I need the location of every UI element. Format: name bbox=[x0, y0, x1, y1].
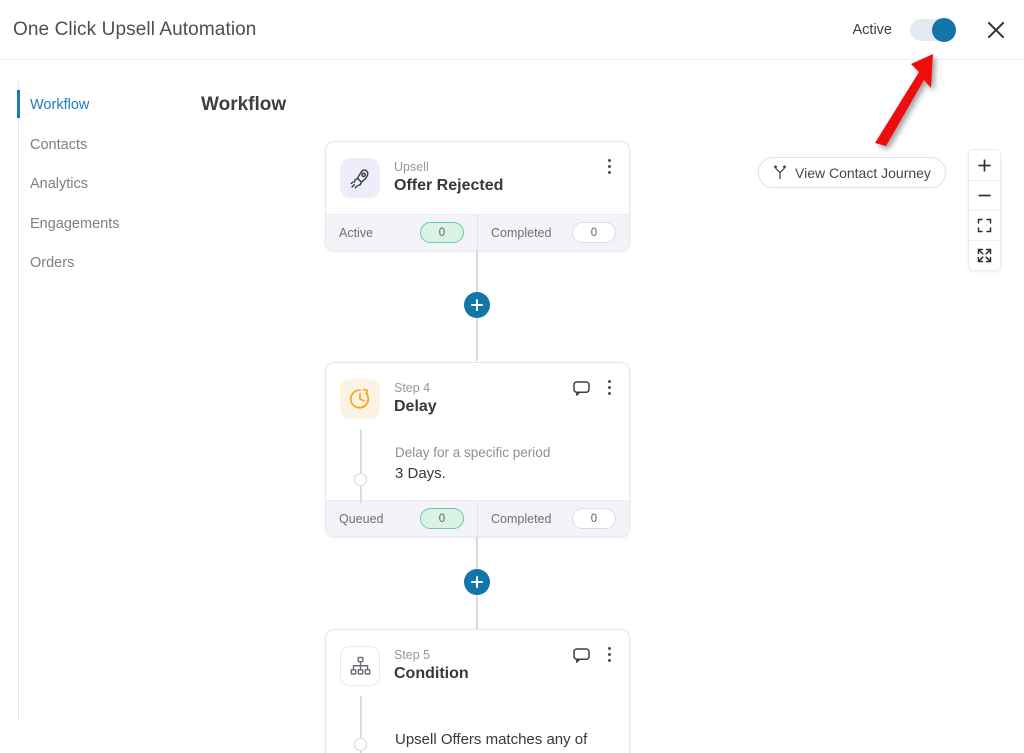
journey-branch-icon bbox=[773, 165, 787, 179]
fit-screen-icon bbox=[977, 218, 992, 233]
sidebar-item-orders[interactable]: Orders bbox=[18, 250, 74, 276]
workflow-card-delay[interactable]: Step 4 Delay Delay for a specific period… bbox=[325, 362, 630, 537]
card-footer: Active 0 Completed 0 bbox=[326, 214, 629, 250]
card-eyebrow: Step 4 bbox=[394, 381, 431, 395]
toggle-knob bbox=[932, 18, 956, 42]
card-body: Upsell Offers matches any of Upsell Offe… bbox=[326, 696, 629, 753]
card-body-sub: Delay for a specific period bbox=[395, 445, 551, 460]
rocket-icon bbox=[340, 158, 380, 198]
card-title: Condition bbox=[394, 665, 469, 682]
sidebar-item-label: Contacts bbox=[30, 137, 88, 153]
workflow-app: One Click Upsell Automation Active Workf… bbox=[0, 0, 1024, 753]
plus-icon bbox=[978, 159, 991, 171]
card-body-text: Delay for a specific period 3 Days. bbox=[395, 435, 615, 484]
card-actions bbox=[573, 379, 618, 397]
minus-icon bbox=[978, 194, 991, 197]
top-bar-right: Active bbox=[853, 0, 1011, 60]
card-inner-node bbox=[354, 738, 367, 751]
sidebar: Workflow Contacts Analytics Engagements … bbox=[0, 61, 190, 753]
card-body: Delay for a specific period 3 Days. bbox=[326, 429, 629, 503]
stat-value: 0 bbox=[420, 508, 464, 529]
sidebar-item-contacts[interactable]: Contacts bbox=[18, 132, 87, 158]
fullscreen-button[interactable] bbox=[969, 240, 1000, 270]
top-bar: One Click Upsell Automation Active bbox=[0, 0, 1024, 60]
sidebar-item-workflow[interactable]: Workflow bbox=[16, 90, 90, 118]
add-step-button[interactable] bbox=[464, 569, 490, 595]
sidebar-item-label: Engagements bbox=[30, 216, 120, 232]
card-body-main: Upsell Offers matches any of Upsell Offe… bbox=[395, 729, 615, 753]
clock-icon bbox=[340, 379, 380, 419]
stat-value: 0 bbox=[572, 222, 616, 243]
condition-text-prefix: Upsell Offers matches any of bbox=[395, 731, 588, 748]
close-icon[interactable] bbox=[982, 16, 1010, 44]
expand-arrows-icon bbox=[977, 248, 992, 263]
stat-value: 0 bbox=[572, 508, 616, 529]
stat-label: Queued bbox=[339, 511, 384, 526]
card-menu-icon[interactable] bbox=[602, 158, 618, 176]
view-contact-journey-button[interactable]: View Contact Journey bbox=[758, 157, 946, 188]
card-titles: Upsell Offer Rejected bbox=[394, 160, 503, 196]
card-inner-node bbox=[354, 473, 367, 486]
zoom-in-button[interactable] bbox=[969, 150, 1000, 180]
comment-icon[interactable] bbox=[573, 380, 590, 396]
sidebar-item-label: Orders bbox=[30, 255, 75, 271]
card-eyebrow: Step 5 bbox=[394, 648, 431, 662]
workflow-card-offer-rejected[interactable]: Upsell Offer Rejected Active 0 Completed… bbox=[325, 141, 630, 251]
card-stat-queued: Queued 0 bbox=[326, 501, 477, 536]
card-body-text: Upsell Offers matches any of Upsell Offe… bbox=[395, 702, 615, 753]
workflow-card-condition[interactable]: Step 5 Condition Upsell Offers matches a… bbox=[325, 629, 630, 753]
sidebar-item-label: Analytics bbox=[30, 176, 89, 192]
card-titles: Step 4 Delay bbox=[394, 381, 437, 417]
card-stat-completed: Completed 0 bbox=[477, 215, 629, 250]
page-title: Workflow bbox=[201, 94, 287, 115]
sidebar-item-analytics[interactable]: Analytics bbox=[18, 171, 88, 197]
active-toggle[interactable] bbox=[910, 18, 956, 42]
workflow-canvas[interactable]: Workflow View Contact Journey Upsell Off… bbox=[190, 61, 1024, 753]
card-menu-icon[interactable] bbox=[602, 379, 618, 397]
card-titles: Step 5 Condition bbox=[394, 648, 469, 684]
status-label: Active bbox=[852, 22, 893, 38]
card-header: Step 4 Delay bbox=[326, 363, 629, 435]
add-step-button[interactable] bbox=[464, 292, 490, 318]
card-footer: Queued 0 Completed 0 bbox=[326, 500, 629, 536]
hierarchy-icon bbox=[340, 646, 380, 686]
stat-value: 0 bbox=[420, 222, 464, 243]
card-title: Offer Rejected bbox=[394, 177, 504, 194]
card-header: Step 5 Condition bbox=[326, 630, 629, 702]
card-stat-active: Active 0 bbox=[326, 215, 477, 250]
card-actions bbox=[573, 646, 618, 664]
zoom-controls bbox=[968, 149, 1001, 271]
card-actions bbox=[602, 158, 618, 176]
journey-button-label: View Contact Journey bbox=[795, 164, 931, 181]
comment-icon[interactable] bbox=[573, 647, 590, 663]
card-title: Delay bbox=[394, 398, 437, 415]
card-stat-completed: Completed 0 bbox=[477, 501, 629, 536]
sidebar-item-label: Workflow bbox=[30, 97, 90, 113]
card-inner-line bbox=[360, 429, 362, 503]
stat-label: Completed bbox=[491, 225, 552, 240]
app-title: One Click Upsell Automation bbox=[13, 19, 257, 40]
card-eyebrow: Upsell bbox=[394, 160, 429, 174]
card-menu-icon[interactable] bbox=[602, 646, 618, 664]
card-header: Upsell Offer Rejected bbox=[326, 142, 629, 214]
stat-label: Active bbox=[339, 225, 374, 240]
zoom-out-button[interactable] bbox=[969, 180, 1000, 210]
sidebar-item-engagements[interactable]: Engagements bbox=[18, 211, 119, 237]
stat-label: Completed bbox=[491, 511, 552, 526]
card-body-main: 3 Days. bbox=[395, 465, 446, 482]
fit-view-button[interactable] bbox=[969, 210, 1000, 240]
